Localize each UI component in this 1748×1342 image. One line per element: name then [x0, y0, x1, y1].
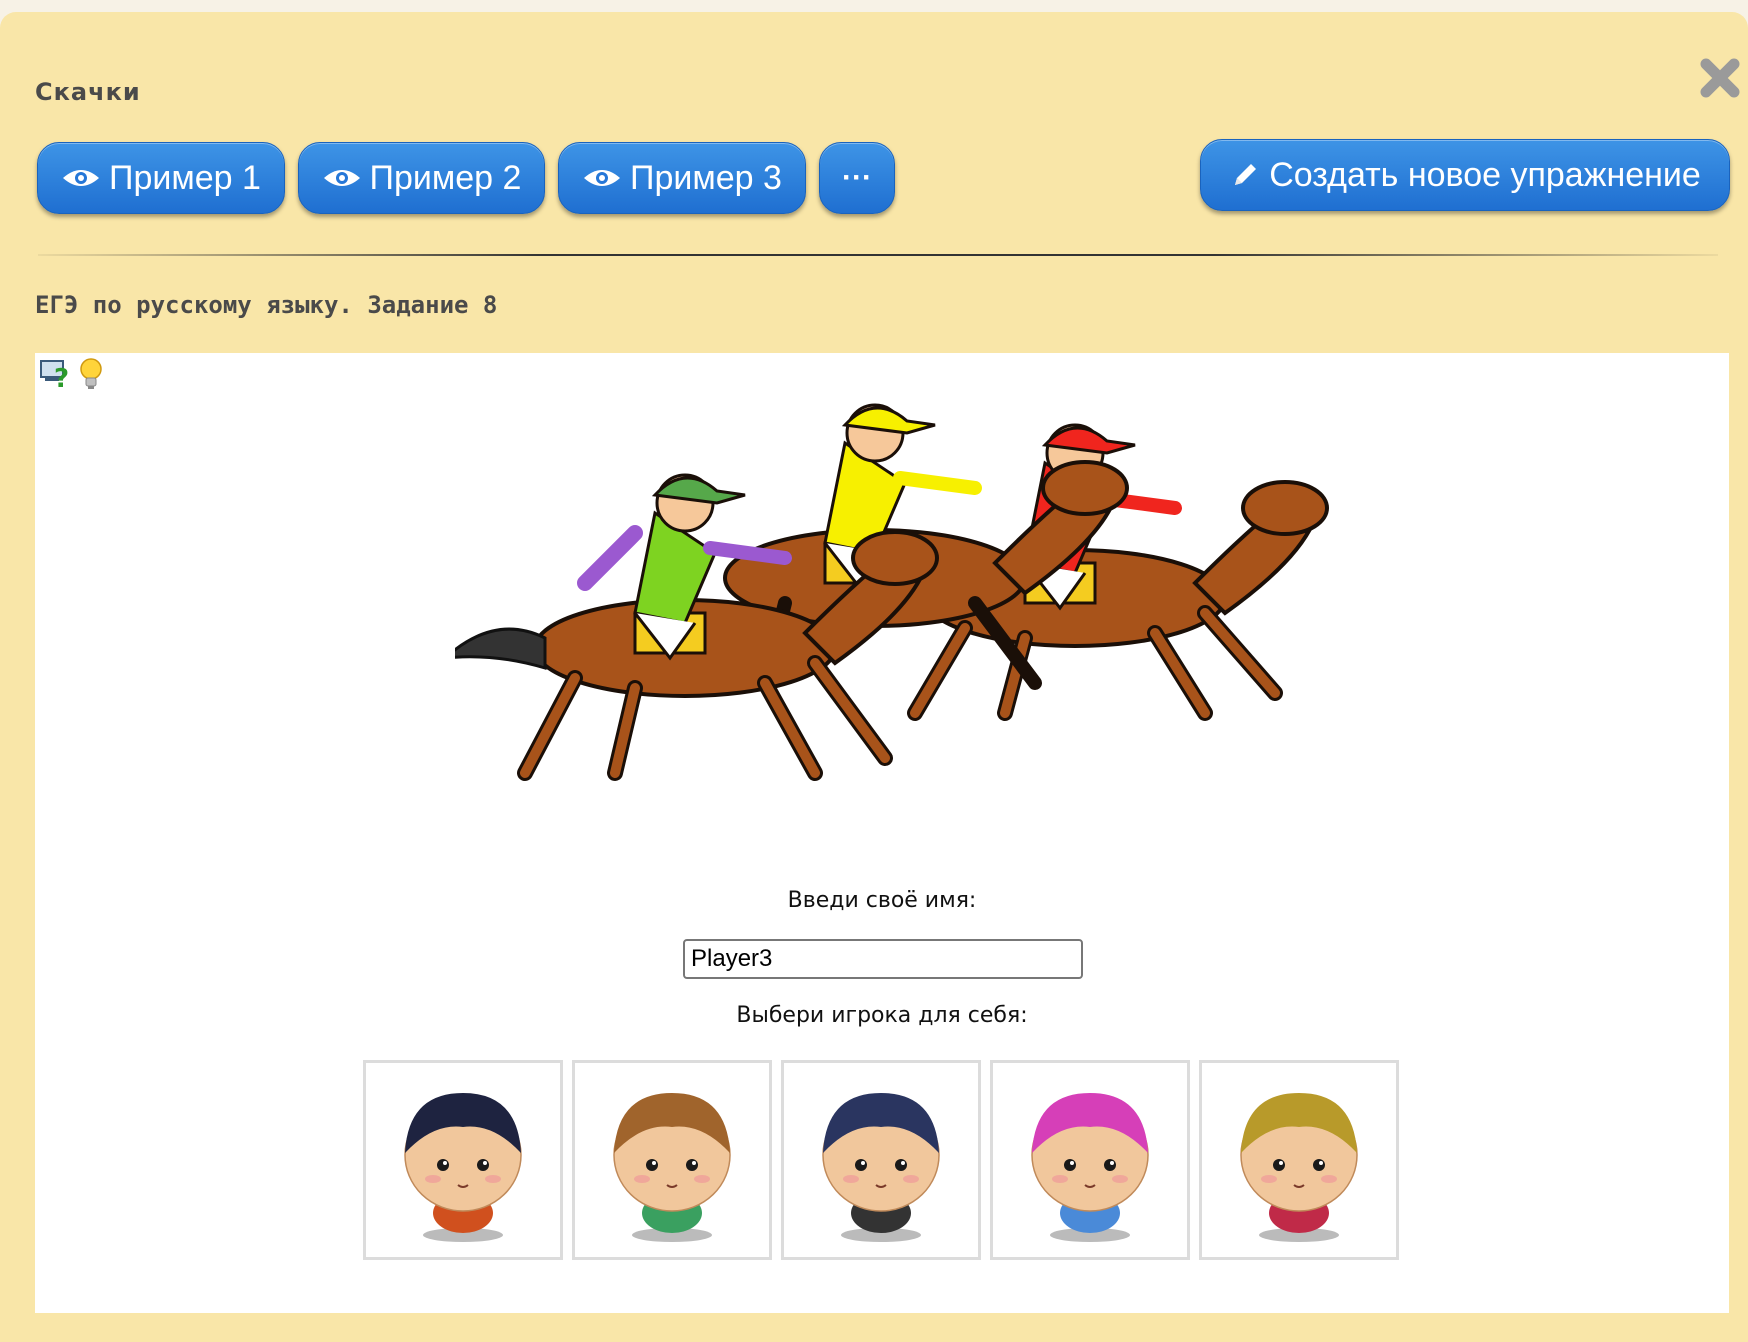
avatar-blond-hair-icon — [1240, 1093, 1358, 1242]
lightbulb-icon[interactable] — [77, 357, 105, 395]
example-3-label: Пример 3 — [630, 158, 782, 197]
example-2-label: Пример 2 — [369, 158, 522, 197]
avatar-pirate-hat-icon — [822, 1093, 940, 1242]
avatar-option-2[interactable] — [572, 1060, 772, 1260]
avatar-grid — [363, 1060, 1399, 1260]
player-name-input[interactable] — [683, 939, 1083, 979]
create-exercise-button[interactable]: Создать новое упражнение — [1200, 139, 1730, 211]
pencil-icon — [1235, 164, 1257, 185]
example-1-button[interactable]: Пример 1 — [37, 142, 285, 214]
divider — [38, 254, 1718, 256]
more-button[interactable]: ··· — [819, 142, 895, 214]
more-dots-icon: ··· — [842, 161, 872, 194]
avatar-pink-hair-icon — [1031, 1093, 1149, 1242]
name-prompt: Введи своё имя: — [787, 888, 977, 913]
dialog-title: Скачки — [35, 78, 141, 106]
eye-icon — [584, 170, 621, 186]
exercise-subtitle: ЕГЭ по русскому языку. Задание 8 — [35, 291, 498, 319]
eye-icon — [63, 170, 100, 186]
horse-race-illustration — [455, 403, 1329, 781]
close-icon — [1700, 58, 1740, 98]
help-screen-icon[interactable]: ? — [39, 357, 73, 395]
exercise-dialog: Скачки Пример 1 Пример 2 Пример 3 ··· Со… — [0, 12, 1748, 1342]
avatar-option-4[interactable] — [990, 1060, 1190, 1260]
avatar-option-1[interactable] — [363, 1060, 563, 1260]
avatar-cat-hat-icon — [613, 1093, 731, 1242]
avatar-option-3[interactable] — [781, 1060, 981, 1260]
example-2-button[interactable]: Пример 2 — [298, 142, 545, 214]
close-button[interactable] — [1696, 54, 1744, 102]
avatar-option-5[interactable] — [1199, 1060, 1399, 1260]
svg-text:?: ? — [54, 364, 69, 391]
create-exercise-label: Создать новое упражнение — [1269, 155, 1701, 194]
avatar-dark-hair-icon — [404, 1093, 522, 1242]
game-panel: ? Введи своё имя: Player3 Выбери игрока … — [35, 353, 1729, 1313]
eye-icon — [323, 170, 360, 186]
player-pick-prompt: Выбери игрока для себя: — [736, 1003, 1028, 1028]
example-1-label: Пример 1 — [109, 158, 261, 197]
example-3-button[interactable]: Пример 3 — [558, 142, 806, 214]
